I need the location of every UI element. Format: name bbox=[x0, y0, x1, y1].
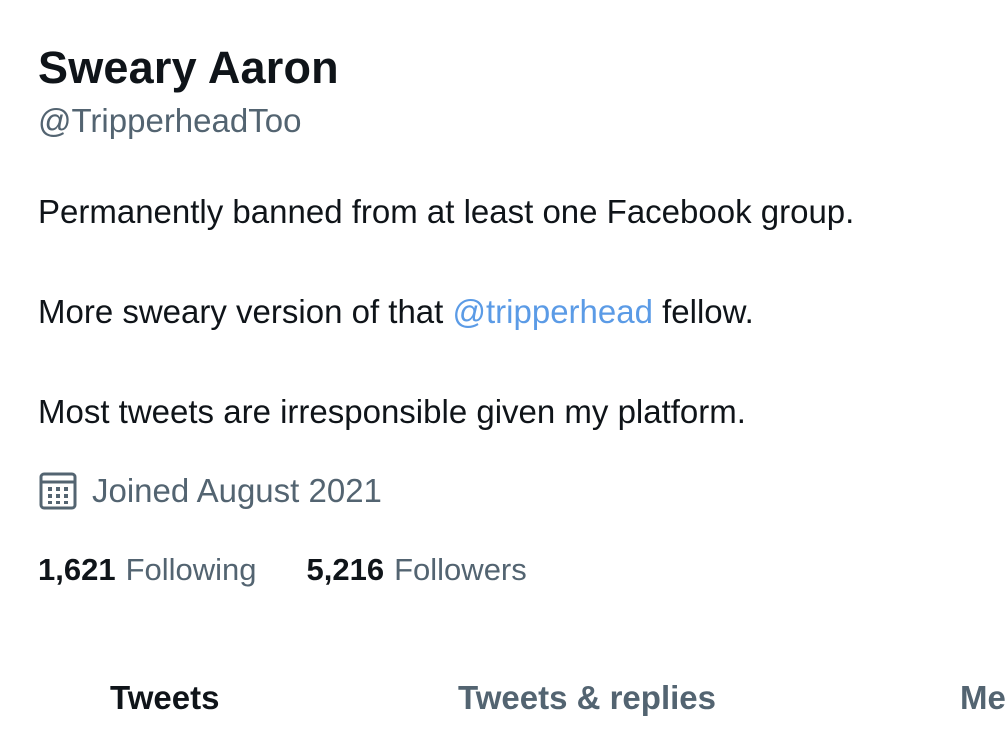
followers-count: 5,216 bbox=[306, 552, 385, 587]
bio-text-before-mention: More sweary version of that bbox=[38, 293, 453, 330]
followers-label: Followers bbox=[394, 552, 527, 587]
joined-text: Joined August 2021 bbox=[92, 472, 382, 509]
tab-media[interactable]: Me bbox=[960, 678, 1006, 718]
tab-tweets-and-replies[interactable]: Tweets & replies bbox=[458, 678, 716, 718]
display-name: Sweary Aaron bbox=[38, 42, 339, 93]
bio-line-3: Most tweets are irresponsible given my p… bbox=[38, 393, 746, 430]
following-label: Following bbox=[125, 552, 257, 587]
follow-stats: 1,621 Following 5,216 Followers bbox=[38, 550, 527, 590]
following-link[interactable]: 1,621 Following bbox=[38, 552, 257, 588]
bio-text-after-mention: fellow. bbox=[652, 293, 754, 330]
bio-line-1: Permanently banned from at least one Fac… bbox=[38, 193, 855, 230]
calendar-icon bbox=[38, 471, 78, 511]
tab-tweets[interactable]: Tweets bbox=[110, 678, 219, 718]
bio-line-2: More sweary version of that @tripperhead… bbox=[38, 292, 754, 332]
profile-tabs: Tweets Tweets & replies Me bbox=[0, 672, 1006, 737]
following-count: 1,621 bbox=[38, 552, 116, 587]
joined-date: Joined August 2021 bbox=[38, 471, 382, 511]
mention-link[interactable]: @tripperhead bbox=[453, 293, 653, 330]
user-handle: @TripperheadToo bbox=[38, 102, 302, 139]
followers-link[interactable]: 5,216 Followers bbox=[307, 552, 527, 588]
